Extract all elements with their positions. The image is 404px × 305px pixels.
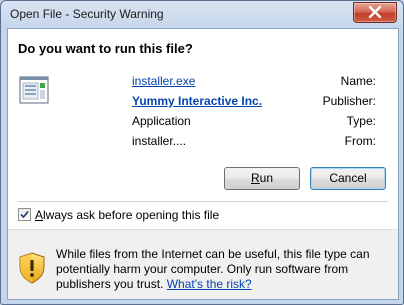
warning-message: While files from the Internet can be use… <box>56 247 386 292</box>
file-name-link[interactable]: installer.exe <box>132 74 195 89</box>
close-button[interactable] <box>353 2 397 23</box>
checkmark-icon <box>20 210 29 219</box>
always-ask-label: Always ask before opening this file <box>35 207 219 223</box>
name-row: Name: installer.exe <box>56 74 376 89</box>
security-warning-dialog: Open File - Security Warning Do you want… <box>0 0 404 305</box>
divider <box>18 201 388 202</box>
run-button-label-rest: un <box>259 171 274 185</box>
cancel-button[interactable]: Cancel <box>310 167 386 190</box>
warning-footer: While files from the Internet can be use… <box>8 229 398 299</box>
name-label: Name: <box>340 74 376 88</box>
from-label: From: <box>344 134 376 148</box>
publisher-row: Publisher: Yummy Interactive Inc. <box>56 94 376 109</box>
always-ask-accelerator: A <box>35 208 44 222</box>
whats-the-risk-link[interactable]: What's the risk? <box>167 277 252 291</box>
from-value: installer.... <box>132 134 187 148</box>
always-ask-checkbox[interactable] <box>18 208 31 221</box>
dialog-heading: Do you want to run this file? <box>18 41 193 56</box>
always-ask-label-rest: lways ask before opening this file <box>43 208 220 222</box>
close-icon <box>368 6 382 18</box>
publisher-label: Publisher: <box>322 94 376 108</box>
type-label: Type: <box>346 114 376 128</box>
dialog-body: Do you want to run this file? Name: inst… <box>7 28 399 300</box>
type-value: Application <box>132 114 191 128</box>
run-button-accelerator: R <box>250 171 260 185</box>
from-row: From: installer.... <box>56 134 376 149</box>
type-row: Type: Application <box>56 114 376 129</box>
security-shield-warning-icon <box>19 252 45 284</box>
run-button[interactable]: Run <box>224 167 300 190</box>
title-bar[interactable]: Open File - Security Warning <box>1 1 403 27</box>
application-file-icon <box>19 76 49 104</box>
publisher-link[interactable]: Yummy Interactive Inc. <box>132 94 262 109</box>
window-title: Open File - Security Warning <box>10 7 164 21</box>
